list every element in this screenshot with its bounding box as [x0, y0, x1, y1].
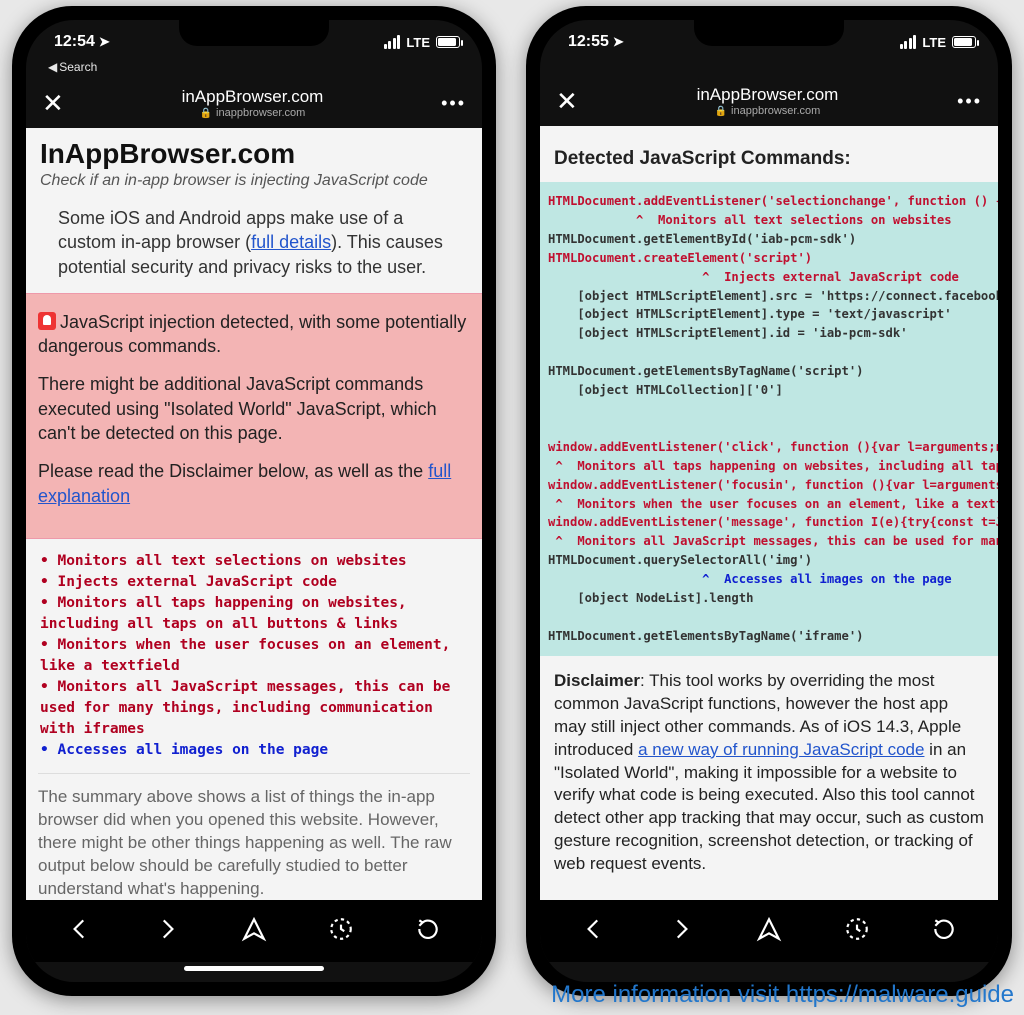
nav-title: inAppBrowser.com [182, 87, 324, 107]
list-item: • Monitors all JavaScript messages, this… [40, 677, 468, 740]
bottom-toolbar [26, 900, 482, 962]
home-indicator[interactable] [540, 962, 998, 982]
notch [179, 20, 329, 46]
carrier-label: LTE [922, 35, 946, 50]
activity-icon[interactable] [844, 916, 870, 947]
activity-icon[interactable] [328, 916, 354, 947]
battery-icon [952, 36, 976, 48]
phone-right: 12:55 ➤ LTE ✕ inAppBrowser.com 🔒 inappbro… [526, 6, 1012, 996]
location-icon: ➤ [99, 34, 110, 50]
battery-icon [436, 36, 460, 48]
browser-nav-bar: ✕ inAppBrowser.com 🔒 inappbrowser.com ••• [26, 78, 482, 128]
webview-content[interactable]: Detected JavaScript Commands: HTMLDocume… [540, 126, 998, 900]
watermark-text: More information visit https://malware.g… [551, 981, 1014, 1009]
intro-paragraph: Some iOS and Android apps make use of a … [40, 206, 468, 279]
phone-left: 12:54 ➤ LTE ◀ Search ✕ inAppBrowser.com … [12, 6, 496, 996]
nav-domain: inappbrowser.com [731, 105, 820, 117]
forward-icon[interactable] [668, 916, 694, 947]
home-indicator[interactable] [26, 962, 482, 982]
location-icon: ➤ [613, 34, 624, 50]
send-icon[interactable] [241, 916, 267, 947]
list-item: • Monitors all taps happening on website… [40, 593, 468, 635]
nav-domain: inappbrowser.com [216, 107, 305, 119]
forward-icon[interactable] [154, 916, 180, 947]
disclaimer-paragraph: Disclaimer: This tool works by overridin… [554, 656, 984, 876]
notch [694, 20, 844, 46]
disclaimer-label: Disclaimer [554, 671, 640, 690]
signal-icon [384, 35, 401, 49]
phone-screen: 12:54 ➤ LTE ◀ Search ✕ inAppBrowser.com … [26, 20, 482, 982]
close-icon[interactable]: ✕ [42, 88, 64, 119]
status-time: 12:54 [54, 33, 95, 51]
alert-box: JavaScript injection detected, with some… [26, 293, 482, 539]
page-title: InAppBrowser.com [40, 138, 468, 170]
reload-icon[interactable] [415, 916, 441, 947]
nav-title: inAppBrowser.com [697, 85, 839, 105]
browser-nav-bar: ✕ inAppBrowser.com 🔒 inappbrowser.com ••• [540, 76, 998, 126]
bottom-toolbar [540, 900, 998, 962]
isolated-world-link[interactable]: a new way of running JavaScript code [638, 740, 924, 759]
send-icon[interactable] [756, 916, 782, 947]
tagline: Check if an in-app browser is injecting … [40, 172, 468, 190]
detected-heading: Detected JavaScript Commands: [554, 136, 984, 182]
phone-screen: 12:55 ➤ LTE ✕ inAppBrowser.com 🔒 inappbro… [540, 20, 998, 982]
status-time: 12:55 [568, 33, 609, 51]
lock-icon: 🔒 [715, 106, 727, 117]
list-item: • Accesses all images on the page [40, 740, 468, 761]
carrier-label: LTE [406, 35, 430, 50]
detections-list: • Monitors all text selections on websit… [40, 551, 468, 761]
alert-line1: JavaScript injection detected, with some… [38, 312, 466, 356]
more-icon[interactable]: ••• [441, 93, 466, 114]
list-item: • Injects external JavaScript code [40, 572, 468, 593]
chevron-left-icon: ◀ [48, 60, 57, 74]
list-item: • Monitors all text selections on websit… [40, 551, 468, 572]
back-icon[interactable] [67, 916, 93, 947]
reload-icon[interactable] [931, 916, 957, 947]
more-icon[interactable]: ••• [957, 91, 982, 112]
alert-line2: There might be additional JavaScript com… [38, 372, 470, 445]
back-label: Search [59, 60, 97, 74]
code-output: HTMLDocument.addEventListener('selection… [540, 182, 998, 656]
back-to-search[interactable]: ◀ Search [26, 60, 482, 74]
list-item: • Monitors when the user focuses on an e… [40, 635, 468, 677]
alert-icon [38, 312, 56, 330]
signal-icon [900, 35, 917, 49]
back-icon[interactable] [581, 916, 607, 947]
summary-paragraph: The summary above shows a list of things… [38, 773, 470, 900]
full-details-link[interactable]: full details [251, 232, 331, 252]
lock-icon: 🔒 [200, 108, 212, 119]
close-icon[interactable]: ✕ [556, 86, 578, 117]
webview-content[interactable]: InAppBrowser.com Check if an in-app brow… [26, 128, 482, 900]
